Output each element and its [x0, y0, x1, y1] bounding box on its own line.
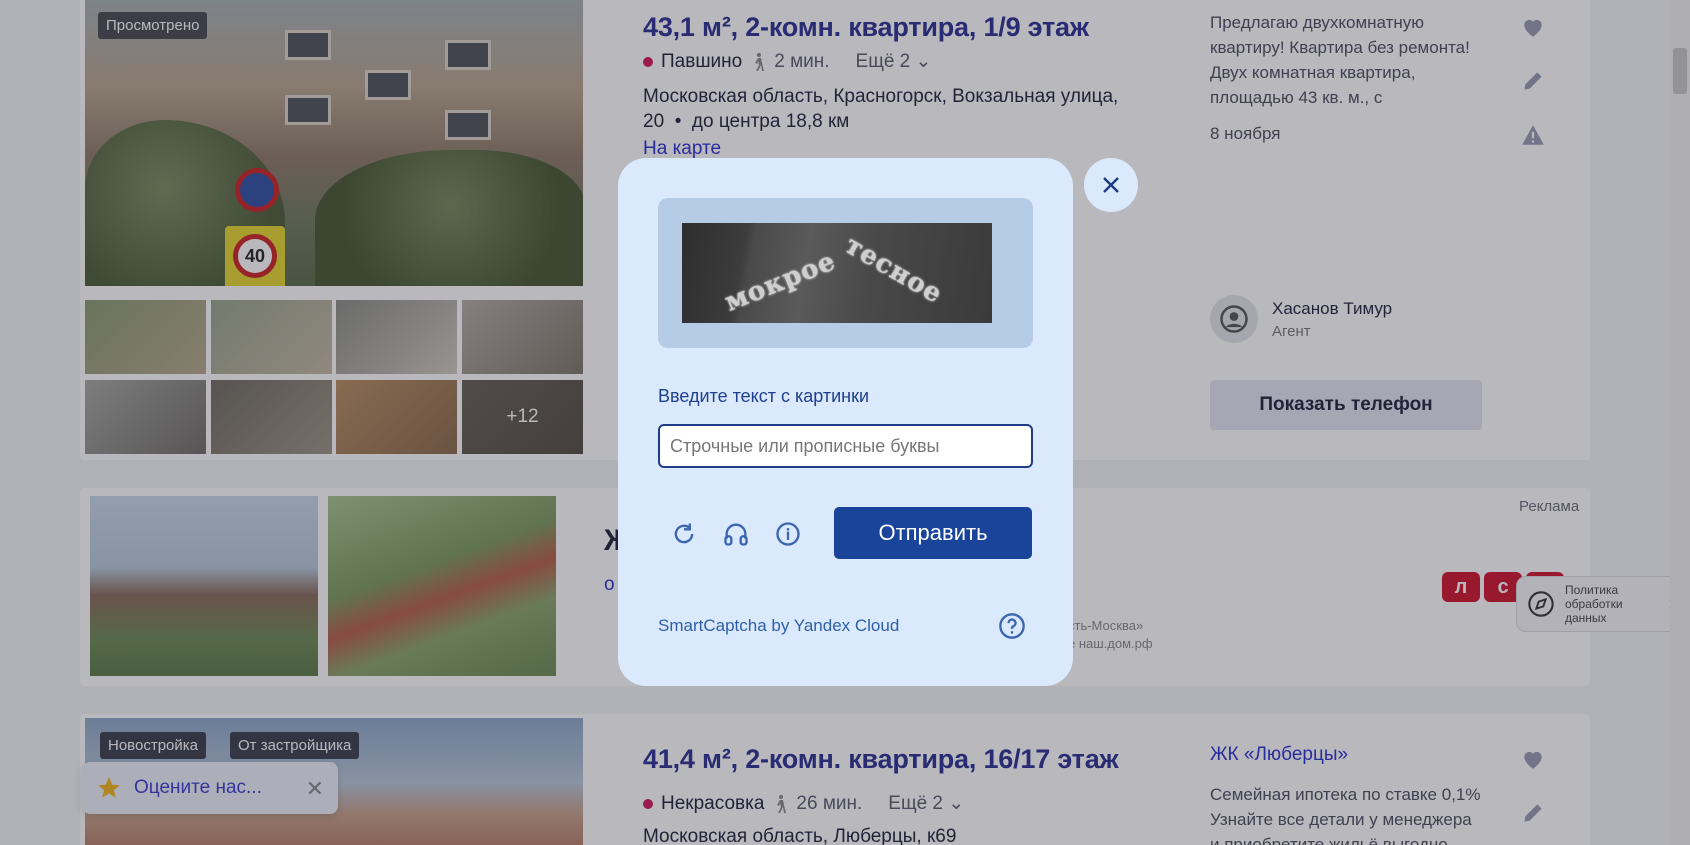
captcha-word: тесное: [839, 230, 948, 310]
captcha-image: мокрое тесное: [682, 223, 992, 323]
captcha-close-button[interactable]: [1084, 158, 1138, 212]
captcha-dialog: мокрое тесное Введите текст с картинки О…: [618, 158, 1073, 686]
captcha-prompt: Введите текст с картинки: [658, 386, 870, 406]
headphones-icon[interactable]: [722, 520, 750, 548]
captcha-word: мокрое: [720, 246, 841, 318]
help-icon[interactable]: [998, 612, 1026, 640]
refresh-icon[interactable]: [670, 520, 698, 548]
info-icon[interactable]: [774, 520, 802, 548]
captcha-brand[interactable]: SmartCaptcha by Yandex Cloud: [658, 616, 899, 636]
close-icon: [1103, 177, 1119, 193]
captcha-input[interactable]: [658, 424, 1033, 468]
captcha-submit-button[interactable]: Отправить: [834, 507, 1032, 559]
captcha-image-frame: мокрое тесное: [658, 198, 1033, 348]
